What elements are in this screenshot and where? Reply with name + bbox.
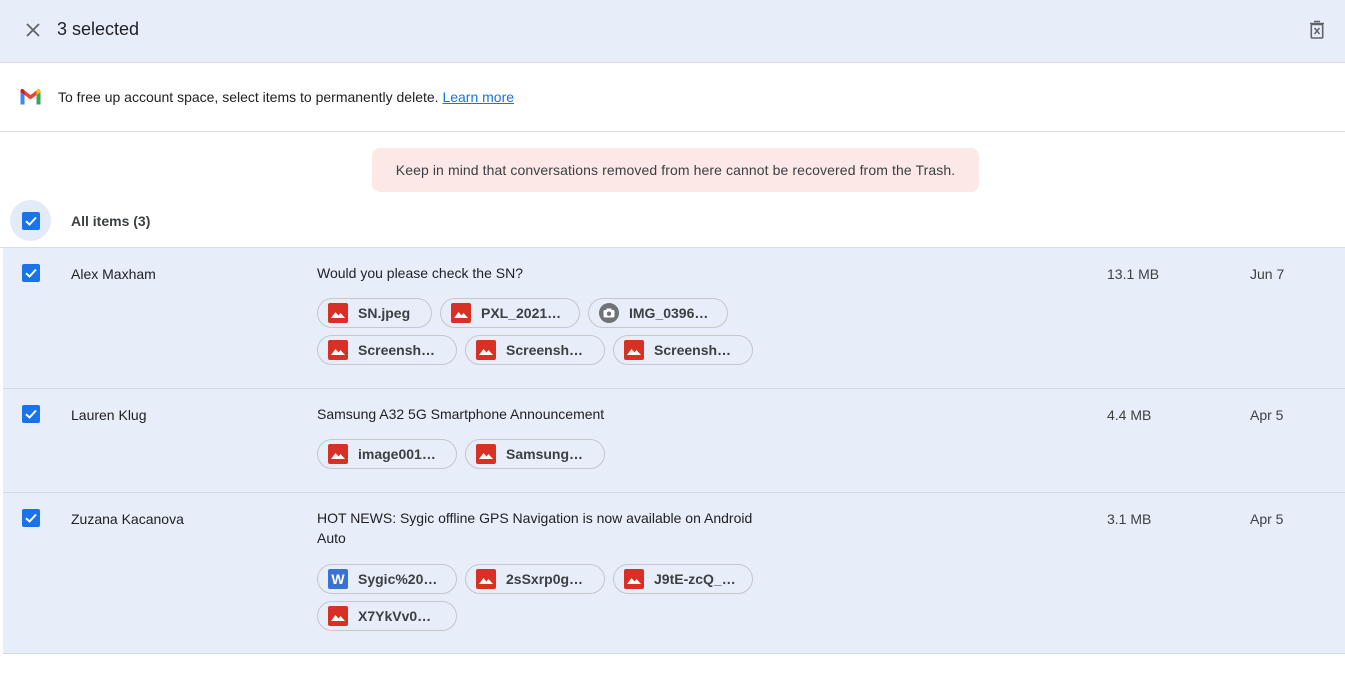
image-icon <box>328 340 348 360</box>
email-size: 13.1 MB <box>1107 266 1160 282</box>
attachment-chip[interactable]: SN.jpeg <box>317 298 432 328</box>
storage-info-message: To free up account space, select items t… <box>58 89 439 105</box>
word-doc-icon: W <box>328 569 348 589</box>
email-date: Apr 5 <box>1250 407 1284 423</box>
all-items-row: All items (3) <box>0 196 1345 248</box>
sender-name: Alex Maxham <box>71 266 156 282</box>
attachment-name: X7YkVv0… <box>358 608 432 624</box>
email-size: 4.4 MB <box>1107 407 1152 423</box>
attachment-chip[interactable]: image001… <box>317 439 457 469</box>
email-size: 3.1 MB <box>1107 511 1152 527</box>
storage-info-bar: To free up account space, select items t… <box>0 63 1345 132</box>
select-all-hover-area[interactable] <box>10 200 51 241</box>
trash-warning-banner: Keep in mind that conversations removed … <box>372 148 979 192</box>
check-icon <box>25 409 37 419</box>
email-subject: Would you please check the SN? <box>317 265 523 281</box>
check-icon <box>25 268 37 278</box>
email-subject: Samsung A32 5G Smartphone Announcement <box>317 406 605 422</box>
attachment-name: Screensh… <box>506 342 584 358</box>
attachment-chip[interactable]: IMG_0396… <box>588 298 728 328</box>
select-all-checkbox[interactable] <box>21 211 40 230</box>
attachment-name: PXL_2021… <box>481 305 562 321</box>
row-checkbox[interactable] <box>22 264 40 282</box>
image-icon <box>328 303 348 323</box>
table-row[interactable]: Alex Maxham Would you please check the S… <box>3 248 1345 389</box>
attachment-name: IMG_0396… <box>629 305 709 321</box>
learn-more-link[interactable]: Learn more <box>442 89 514 105</box>
close-selection-button[interactable] <box>19 16 47 44</box>
sender-name: Lauren Klug <box>71 407 147 423</box>
image-icon <box>476 444 496 464</box>
image-icon <box>624 569 644 589</box>
all-items-label: All items (3) <box>71 213 151 229</box>
attachment-name: Screensh… <box>358 342 436 358</box>
image-icon <box>476 569 496 589</box>
attachment-name: Screensh… <box>654 342 732 358</box>
gmail-logo-icon <box>19 88 42 111</box>
attachment-name: image001… <box>358 446 436 462</box>
image-icon <box>476 340 496 360</box>
delete-forever-button[interactable] <box>1304 17 1330 43</box>
attachment-chip[interactable]: Screensh… <box>317 335 457 365</box>
attachment-chip[interactable]: J9tE-zcQ_… <box>613 564 753 594</box>
attachment-list: W Sygic%20… 2sSxrp0g… J9tE-zcQ_… X7YkVv0… <box>317 564 777 631</box>
attachment-chip[interactable]: Samsung… <box>465 439 605 469</box>
image-icon <box>328 606 348 626</box>
attachment-name: J9tE-zcQ_… <box>654 571 736 587</box>
selection-bar: 3 selected <box>0 0 1345 63</box>
email-date: Jun 7 <box>1250 266 1285 282</box>
attachment-list: image001… Samsung… <box>317 439 777 469</box>
check-icon <box>25 513 37 523</box>
attachment-name: Sygic%20… <box>358 571 438 587</box>
attachment-list: SN.jpeg PXL_2021… IMG_0396… Screensh… Sc… <box>317 298 777 365</box>
image-icon <box>624 340 644 360</box>
storage-info-text: To free up account space, select items t… <box>58 89 514 105</box>
close-icon <box>26 23 40 37</box>
row-checkbox[interactable] <box>22 509 40 527</box>
attachment-chip[interactable]: 2sSxrp0g… <box>465 564 605 594</box>
attachment-name: 2sSxrp0g… <box>506 571 584 587</box>
attachment-chip[interactable]: Screensh… <box>465 335 605 365</box>
email-date: Apr 5 <box>1250 511 1284 527</box>
table-row[interactable]: Zuzana Kacanova HOT NEWS: Sygic offline … <box>3 493 1345 654</box>
image-icon <box>328 444 348 464</box>
delete-forever-icon <box>1310 20 1324 39</box>
email-subject: HOT NEWS: Sygic offline GPS Navigation i… <box>317 510 753 546</box>
attachment-chip[interactable]: Screensh… <box>613 335 753 365</box>
sender-name: Zuzana Kacanova <box>71 511 184 527</box>
row-checkbox[interactable] <box>22 405 40 423</box>
check-icon <box>24 216 37 226</box>
attachment-chip[interactable]: W Sygic%20… <box>317 564 457 594</box>
camera-icon <box>599 303 619 323</box>
image-icon <box>451 303 471 323</box>
selected-count: 3 selected <box>57 19 140 39</box>
attachment-name: SN.jpeg <box>358 305 411 321</box>
attachment-name: Samsung… <box>506 446 584 462</box>
attachment-chip[interactable]: X7YkVv0… <box>317 601 457 631</box>
table-row[interactable]: Lauren Klug Samsung A32 5G Smartphone An… <box>3 389 1345 493</box>
attachment-chip[interactable]: PXL_2021… <box>440 298 580 328</box>
